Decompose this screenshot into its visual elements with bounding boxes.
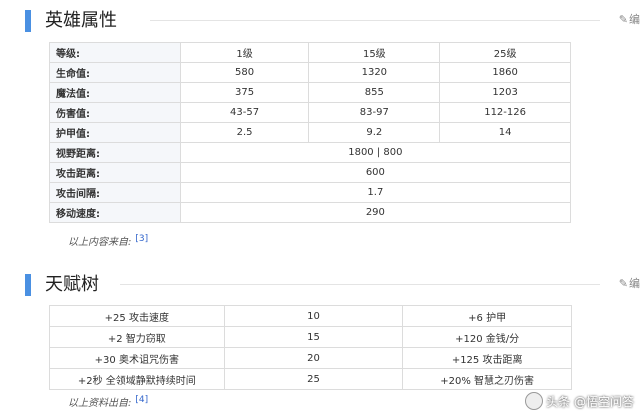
table-cell: 83-97 [308, 102, 441, 123]
table-cell: 580 [179, 62, 310, 83]
table-cell: 1级 [179, 42, 310, 63]
table-cell: +30 奥术诅咒伤害 [49, 347, 225, 369]
table-row: 视野距离: 1800 | 800 [49, 142, 572, 163]
table-cell: 1203 [439, 82, 571, 103]
table-cell: +25 攻击速度 [49, 305, 225, 327]
section-header-talents: 天赋树 ✎编 [0, 270, 640, 300]
table-cell: 25级 [439, 42, 571, 63]
hero-attributes-table: 等级: 1级 15级 25级 生命值: 580 1320 1860 魔法值: 3… [49, 42, 572, 223]
table-row: +2秒 全领域静默持续时间 25 +20% 智慧之刃伤害 [49, 368, 572, 390]
table-cell: 600 [179, 162, 572, 183]
table-cell: 112-126 [439, 102, 571, 123]
section-title: 天赋树 [45, 274, 99, 295]
pencil-icon: ✎ [618, 13, 628, 26]
table-cell: +2 智力窃取 [49, 326, 225, 348]
table-row: 护甲值: 2.5 9.2 14 [49, 122, 571, 143]
table-cell: 护甲值: [49, 122, 181, 143]
table-cell: 855 [308, 82, 441, 103]
section-title: 英雄属性 [45, 10, 117, 31]
table-cell: 2.5 [179, 122, 310, 143]
table-cell: +125 攻击距离 [402, 347, 572, 369]
table-cell: +20% 智慧之刃伤害 [402, 368, 572, 390]
table-cell: 9.2 [308, 122, 441, 143]
table-cell: 等级: [49, 42, 181, 63]
table-cell: 视野距离: [49, 142, 181, 163]
table-cell: 1860 [439, 62, 571, 83]
table-row: +2 智力窃取 15 +120 金钱/分 [49, 326, 572, 348]
source-note: 以上资料出自: [4] [68, 394, 149, 409]
section-header-attributes: 英雄属性 ✎编 [0, 6, 640, 36]
table-row: 生命值: 580 1320 1860 [49, 62, 571, 83]
pencil-icon: ✎ [618, 277, 628, 290]
table-row: 魔法值: 375 855 1203 [49, 82, 571, 103]
table-cell: 10 [223, 305, 404, 327]
table-row: 移动速度: 290 [49, 202, 572, 223]
section-accent-bar [25, 10, 31, 32]
table-row: +25 攻击速度 10 +6 护甲 [49, 305, 572, 327]
table-cell: 25 [223, 368, 404, 390]
table-cell: 生命值: [49, 62, 181, 83]
table-cell: 290 [179, 202, 572, 223]
table-cell: 375 [179, 82, 310, 103]
table-cell: 魔法值: [49, 82, 181, 103]
table-cell: +6 护甲 [402, 305, 572, 327]
table-row: 等级: 1级 15级 25级 [49, 42, 571, 63]
table-cell: 攻击距离: [49, 162, 181, 183]
table-cell: 15 [223, 326, 404, 348]
table-cell: 攻击间隔: [49, 182, 181, 203]
table-cell: 15级 [308, 42, 441, 63]
table-cell: 20 [223, 347, 404, 369]
table-cell: 1800 | 800 [179, 142, 572, 163]
watermark: 头条 @悟空问答 [525, 392, 634, 410]
logo-icon [525, 392, 544, 410]
section-divider [120, 284, 600, 285]
table-cell: +2秒 全领域静默持续时间 [49, 368, 225, 390]
table-cell: 1.7 [179, 182, 572, 203]
table-cell: +120 金钱/分 [402, 326, 572, 348]
table-cell: 伤害值: [49, 102, 181, 123]
table-cell: 14 [439, 122, 571, 143]
table-row: 攻击距离: 600 [49, 162, 572, 183]
talent-tree-table: +25 攻击速度 10 +6 护甲 +2 智力窃取 15 +120 金钱/分 +… [49, 305, 572, 390]
table-row: 攻击间隔: 1.7 [49, 182, 572, 203]
edit-link[interactable]: ✎编 [619, 11, 640, 27]
table-row: 伤害值: 43-57 83-97 112-126 [49, 102, 571, 123]
edit-link[interactable]: ✎编 [619, 275, 640, 291]
table-cell: 1320 [308, 62, 441, 83]
source-note: 以上内容来自: [3] [68, 233, 149, 248]
section-accent-bar [25, 274, 31, 296]
table-row: +30 奥术诅咒伤害 20 +125 攻击距离 [49, 347, 572, 369]
reference-link[interactable]: [3] [135, 234, 148, 244]
table-cell: 移动速度: [49, 202, 181, 223]
table-cell: 43-57 [179, 102, 310, 123]
section-divider [150, 20, 600, 21]
reference-link[interactable]: [4] [135, 395, 148, 405]
